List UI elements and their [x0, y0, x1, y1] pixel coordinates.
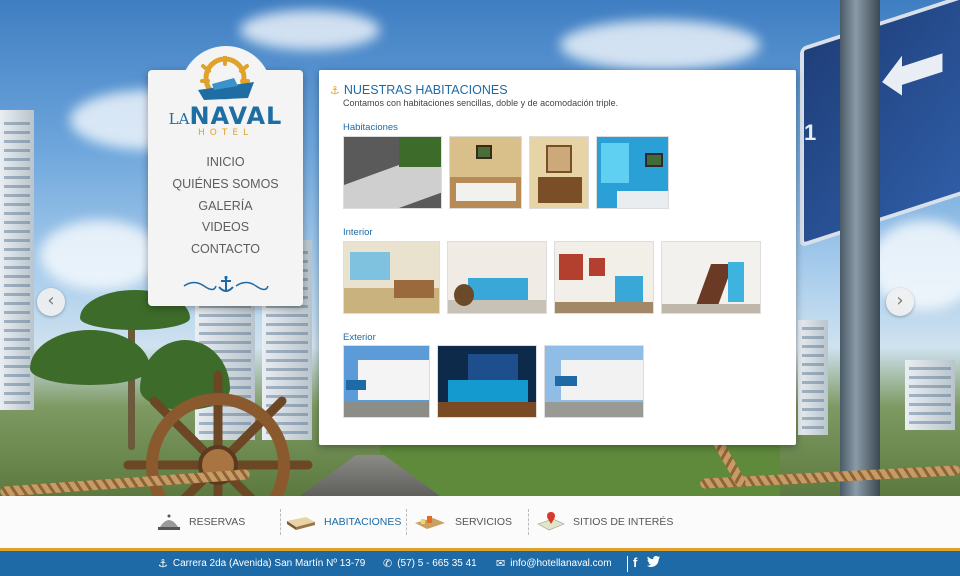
room-photo[interactable] — [449, 136, 522, 209]
main-menu: INICIO QUIÉNES SOMOS GALERÍA VIDEOS CONT… — [148, 152, 303, 261]
logo-subtitle: HOTEL — [197, 128, 254, 138]
nav-sitios-de-interes[interactable]: SITIOS DE INTERÉS — [537, 496, 673, 548]
menu-item-quienes-somos[interactable]: QUIÉNES SOMOS — [148, 174, 303, 196]
section-title-habitaciones: Habitaciones — [343, 122, 398, 133]
facebook-icon: f — [633, 555, 638, 570]
chevron-right-icon: › — [896, 290, 904, 311]
menu-item-videos[interactable]: VIDEOS — [148, 217, 303, 239]
room-photo[interactable] — [343, 136, 442, 209]
interior-photo[interactable] — [554, 241, 654, 314]
arrow-left-icon: ⬅ — [880, 12, 948, 127]
footer-phone[interactable]: ✆ (57) 5 - 665 35 41 — [383, 557, 477, 570]
mail-icon: ✉ — [496, 557, 506, 570]
menu-item-inicio[interactable]: INICIO — [148, 152, 303, 174]
rooms-panel: ⚓ NUESTRAS HABITACIONES Contamos con habi… — [319, 70, 796, 445]
gallery-habitaciones — [343, 136, 669, 209]
facebook-link[interactable]: f — [633, 555, 637, 570]
page-subtitle: Contamos con habitaciones sencillas, dob… — [343, 98, 619, 108]
footer-address: ⚓ Carrera 2da (Avenida) San Martín Nº 13… — [158, 557, 366, 570]
room-photo[interactable] — [529, 136, 589, 209]
footer-email[interactable]: ✉ info@hotellanaval.com — [496, 557, 612, 570]
slider-prev-button[interactable]: ‹ — [37, 288, 65, 316]
anchor-icon: ⚓ — [158, 557, 168, 570]
interior-photo[interactable] — [447, 241, 547, 314]
bell-icon — [158, 514, 180, 530]
phone-icon: ✆ — [383, 557, 393, 570]
logo-wordmark: LANAVAL — [168, 102, 283, 130]
bed-icon — [287, 517, 315, 530]
chevron-left-icon: ‹ — [47, 290, 55, 311]
anchor-icon: ⚓ — [330, 84, 340, 97]
room-photo[interactable] — [596, 136, 669, 209]
section-title-interior: Interior — [343, 227, 373, 238]
exterior-photo[interactable] — [437, 345, 537, 418]
gallery-exterior — [343, 345, 644, 418]
interior-photo[interactable] — [661, 241, 761, 314]
anchor-icon — [183, 275, 269, 292]
map-pin-icon — [537, 512, 565, 531]
menu-item-contacto[interactable]: CONTACTO — [148, 239, 303, 261]
page-title: ⚓ NUESTRAS HABITACIONES — [330, 83, 508, 97]
menu-item-galeria[interactable]: GALERÍA — [148, 196, 303, 218]
footer: ⚓ Carrera 2da (Avenida) San Martín Nº 13… — [0, 548, 960, 576]
twitter-link[interactable] — [647, 556, 660, 567]
nav-servicios[interactable]: SERVICIOS — [413, 496, 512, 548]
section-title-exterior: Exterior — [343, 332, 376, 343]
twitter-icon — [647, 556, 660, 567]
slider-next-button[interactable]: › — [886, 288, 914, 316]
exterior-photo[interactable] — [343, 345, 430, 418]
exterior-photo[interactable] — [544, 345, 644, 418]
tray-icon — [415, 516, 445, 529]
interior-photo[interactable] — [343, 241, 440, 314]
nav-habitaciones[interactable]: HABITACIONES — [286, 496, 401, 548]
side-menu: LANAVAL HOTEL INICIO QUIÉNES SOMOS GALER… — [148, 46, 303, 306]
gallery-interior — [343, 241, 761, 314]
bottom-nav: RESERVAS HABITACIONES SERVICIOS SITIOS D… — [0, 496, 960, 548]
nav-reservas[interactable]: RESERVAS — [157, 496, 245, 548]
